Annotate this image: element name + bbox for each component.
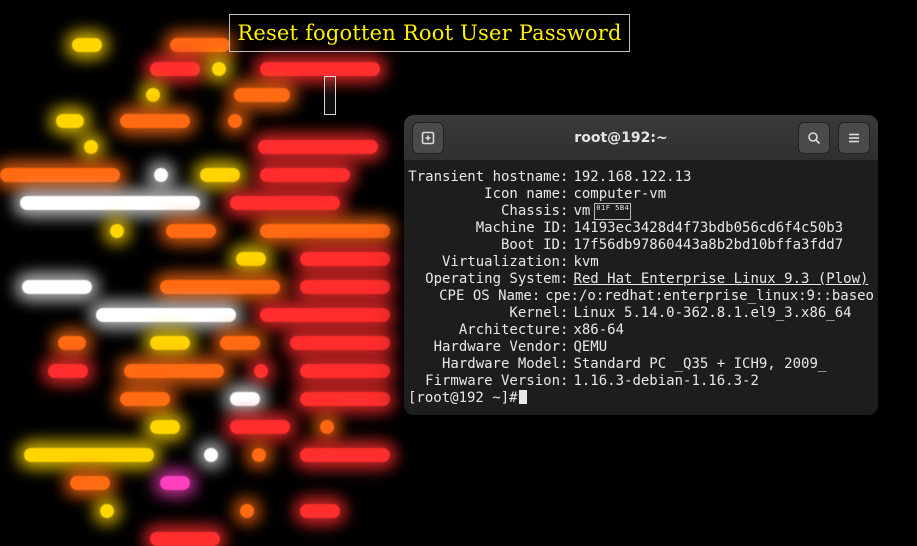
terminal-field-value: 14193ec3428d4f73bdb056cd6f4c50b3 xyxy=(573,220,843,237)
terminal-field-label: Icon name xyxy=(408,186,560,203)
terminal-field-label: Operating System xyxy=(408,271,560,288)
terminal-field-value: 192.168.122.13 xyxy=(573,169,691,186)
terminal-field-label: Boot ID xyxy=(408,237,560,254)
overlay-caret-shape xyxy=(324,76,336,115)
terminal-field-label: CPE OS Name xyxy=(408,288,532,305)
hamburger-icon xyxy=(846,130,862,146)
terminal-field-label: Firmware Version xyxy=(408,373,560,390)
terminal-field-value: QEMU xyxy=(573,339,607,356)
terminal-field-value: kvm xyxy=(573,254,598,271)
search-button[interactable] xyxy=(798,122,830,154)
terminal-field-value: Red Hat Enterprise Linux 9.3 (Plow) xyxy=(573,271,868,288)
terminal-field-value: vm xyxy=(573,203,590,220)
terminal-output-row: Chassis: vm01F 5B4 xyxy=(408,203,874,220)
terminal-field-value: Linux 5.14.0-362.8.1.el9_3.x86_64 xyxy=(573,305,851,322)
terminal-output-row: Virtualization: kvm xyxy=(408,254,874,271)
new-tab-button[interactable] xyxy=(412,122,444,154)
terminal-title: root@192:~ xyxy=(452,130,790,146)
search-icon xyxy=(806,130,822,146)
terminal-field-label: Hardware Vendor xyxy=(408,339,560,356)
terminal-output-row: CPE OS Name: cpe:/o:redhat:enterprise_li… xyxy=(408,288,874,305)
overlay-title-text: Reset fogotten Root User Password xyxy=(237,21,621,45)
terminal-field-label: Hardware Model xyxy=(408,356,560,373)
terminal-field-label: Machine ID xyxy=(408,220,560,237)
terminal-output-row: Hardware Vendor: QEMU xyxy=(408,339,874,356)
terminal-field-label: Chassis xyxy=(408,203,560,220)
terminal-field-value: x86-64 xyxy=(573,322,624,339)
terminal-field-value: 17f56db97860443a8b2bd10bffa3fdd7 xyxy=(573,237,843,254)
overlay-title-box: Reset fogotten Root User Password xyxy=(229,14,630,52)
terminal-output-row: Architecture: x86-64 xyxy=(408,322,874,339)
terminal-field-value: cpe:/o:redhat:enterprise_linux:9::baseo xyxy=(545,288,874,305)
terminal-output-row: Firmware Version: 1.16.3-debian-1.16.3-2 xyxy=(408,373,874,390)
terminal-prompt: [root@192 ~]# xyxy=(408,390,518,406)
terminal-field-label: Architecture xyxy=(408,322,560,339)
terminal-field-value: computer-vm xyxy=(573,186,666,203)
new-tab-icon xyxy=(420,130,436,146)
terminal-output-row: Icon name: computer-vm xyxy=(408,186,874,203)
terminal-titlebar: root@192:~ xyxy=(404,115,878,161)
terminal-output-row: Hardware Model: Standard PC _Q35 + ICH9,… xyxy=(408,356,874,373)
terminal-field-label: Kernel xyxy=(408,305,560,322)
menu-button[interactable] xyxy=(838,122,870,154)
terminal-body[interactable]: Transient hostname: 192.168.122.13Icon n… xyxy=(404,161,878,415)
terminal-field-value: Standard PC _Q35 + ICH9, 2009_ xyxy=(573,356,826,373)
terminal-field-label: Virtualization xyxy=(408,254,560,271)
terminal-field-value: 1.16.3-debian-1.16.3-2 xyxy=(573,373,758,390)
terminal-cursor xyxy=(519,390,527,404)
terminal-window: root@192:~ Transient hostname: 192.168.1… xyxy=(404,115,878,415)
terminal-prompt-line[interactable]: [root@192 ~]# xyxy=(408,390,874,407)
terminal-output-row: Kernel: Linux 5.14.0-362.8.1.el9_3.x86_6… xyxy=(408,305,874,322)
terminal-output-row: Transient hostname: 192.168.122.13 xyxy=(408,169,874,186)
terminal-output-row: Boot ID: 17f56db97860443a8b2bd10bffa3fdd… xyxy=(408,237,874,254)
terminal-output-row: Machine ID: 14193ec3428d4f73bdb056cd6f4c… xyxy=(408,220,874,237)
terminal-output-row: Operating System: Red Hat Enterprise Lin… xyxy=(408,271,874,288)
terminal-field-label: Transient hostname xyxy=(408,169,560,186)
chassis-glyph-icon: 01F 5B4 xyxy=(594,203,631,220)
